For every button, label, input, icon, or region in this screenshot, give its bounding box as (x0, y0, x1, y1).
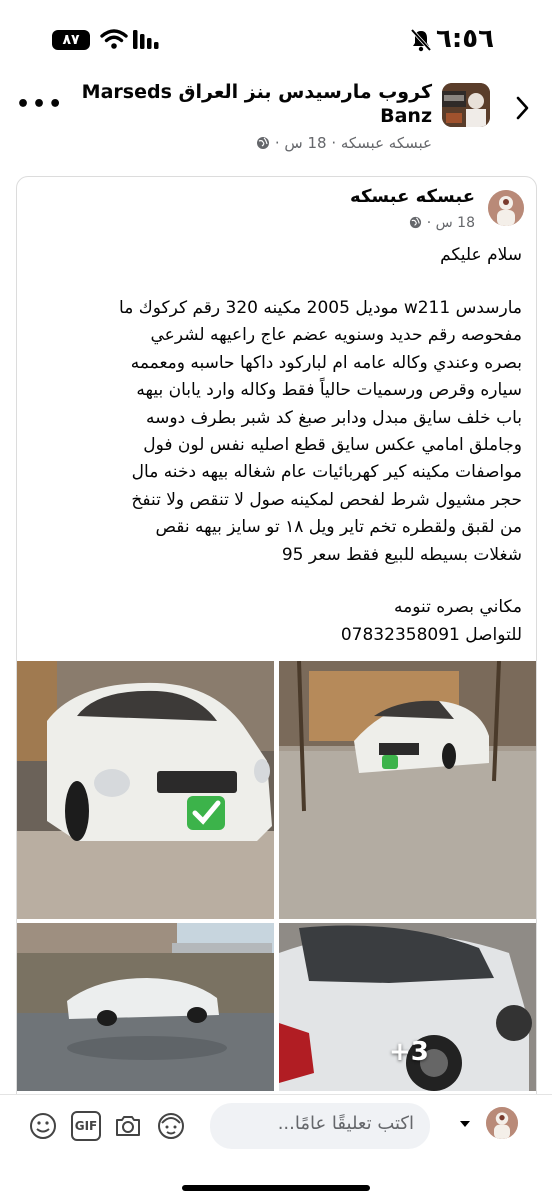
avatar-sticker-icon[interactable] (156, 1111, 186, 1141)
post-author-name[interactable]: عبسكه عبسكه (350, 186, 475, 207)
group-title[interactable]: كروب مارسيدس بنز العراق Marseds Banz (72, 80, 432, 128)
more-photos-count: +3 (389, 1037, 429, 1067)
post-meta: 18 س · (409, 215, 475, 231)
comment-input[interactable]: اكتب تعليقًا عامًا... (210, 1103, 430, 1149)
car-photo-4[interactable]: +3 (279, 923, 536, 1091)
home-indicator (182, 1185, 370, 1191)
post-greeting: سلام عليكم (440, 245, 522, 265)
post-body: مارسدس w211 موديل 2005 مكينه 320 رقم كرك… (46, 295, 522, 569)
globe-icon (410, 216, 422, 229)
gif-icon[interactable]: GIF (71, 1111, 101, 1141)
post-body-line: مارسدس w211 موديل 2005 مكينه 320 رقم كرك… (119, 298, 522, 318)
post-body-line: بصره وعندي وكاله عامه ام لباركود داكها ح… (130, 352, 522, 373)
post-location: مكاني بصره تنومه (393, 597, 522, 617)
post-card: عبسكه عبسكه 18 س · سلام عليكم مارسدس w21… (16, 176, 537, 1106)
group-header: ••• كروب مارسيدس بنز العراق Marseds Banz… (0, 80, 552, 160)
back-chevron-icon[interactable] (512, 94, 532, 122)
post-body-line: من لقبق ولقطره تخم تاير ويل ١٨ تو سايز ب… (155, 517, 522, 538)
chevron-down-icon[interactable] (458, 1119, 472, 1129)
car-photo-2[interactable] (279, 661, 536, 919)
car-photo-3[interactable] (17, 923, 274, 1091)
post-body-line: شغلات بسيطه للبيع فقط سعر 95 (281, 544, 522, 565)
comment-bar: GIF اكتب تعليقًا عامًا... (0, 1094, 552, 1199)
bell-off-icon (410, 28, 432, 52)
post-body-line: مواصفات مكينه كير كهربائيات عام شغاله بي… (131, 462, 522, 483)
car-photo-1[interactable] (17, 661, 274, 919)
post-body-line: سياره وقرص ورسميات حالياً فقط وكاله وارد… (136, 380, 522, 401)
clock: ٦:٥٦ (436, 24, 495, 54)
post-contact: للتواصل 07832358091 (340, 625, 522, 645)
wifi-icon (100, 29, 128, 49)
group-post-subtitle: عبسكه عبسكه · 18 س · (256, 134, 432, 152)
group-avatar[interactable] (442, 83, 490, 127)
camera-icon[interactable] (113, 1111, 143, 1141)
emoji-icon[interactable] (28, 1111, 58, 1141)
more-options-icon[interactable]: ••• (16, 94, 62, 116)
post-body-line: مفحوصه رقم حديد وسنويه عضم عاج راعيهه لش… (150, 325, 522, 346)
signal-icon (133, 30, 159, 49)
status-bar: ٨٧ ٦:٥٦ (0, 0, 552, 80)
globe-icon (257, 137, 270, 149)
current-user-avatar[interactable] (486, 1107, 518, 1139)
author-avatar[interactable] (488, 190, 524, 226)
battery-icon: ٨٧ (52, 30, 90, 50)
post-body-line: باب خلف سايق مبدل ودابر صبغ كد شبر بطرف … (146, 407, 522, 428)
post-body-line: وجاملق امامي عكس سايق قطع اصليه نفس لون … (143, 435, 522, 456)
post-body-line: حجر مشيول شرط لفحص لمكينه صول لا تنقص ول… (131, 489, 522, 510)
